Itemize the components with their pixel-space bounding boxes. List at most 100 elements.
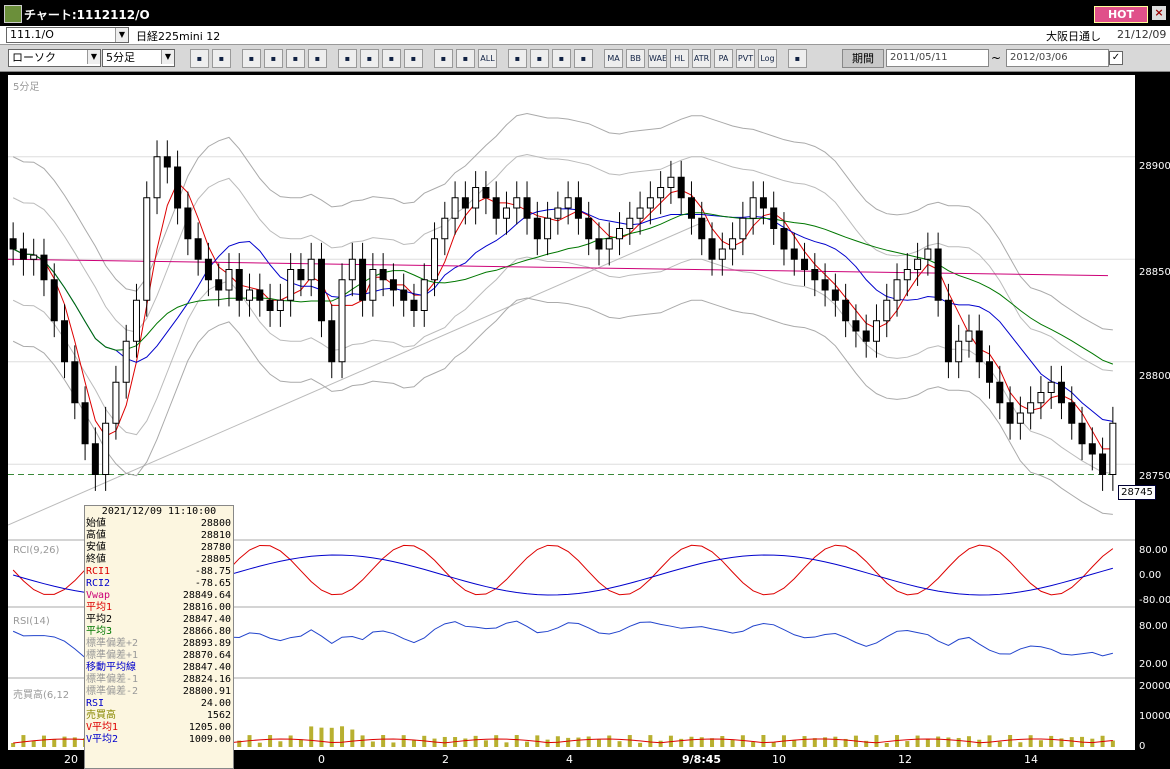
data-window-row: 移動平均線 28847.40 bbox=[85, 662, 233, 674]
bars-icon[interactable]: ▪ bbox=[308, 49, 327, 68]
symbol-select[interactable]: 111.1/O ▼ bbox=[6, 27, 129, 43]
timeframe-select[interactable]: 5分足 ▼ bbox=[102, 49, 175, 67]
crosshair-icon[interactable]: ▪ bbox=[212, 49, 231, 68]
wae-button[interactable]: WAE bbox=[648, 49, 667, 68]
date-checkbox[interactable]: ✓ bbox=[1109, 51, 1123, 65]
chevron-down-icon[interactable]: ▼ bbox=[115, 28, 128, 42]
volume-bar bbox=[648, 735, 653, 747]
volume-bar bbox=[52, 739, 57, 747]
log-button[interactable]: Log bbox=[758, 49, 777, 68]
atr-button[interactable]: ATR bbox=[692, 49, 711, 68]
volume-bar bbox=[432, 738, 437, 747]
volume-bar bbox=[936, 736, 941, 747]
data-window: 2021/12/09 11:10:00 始値 28800 高値 28810 安値 2878… bbox=[84, 505, 234, 769]
close-icon[interactable]: × bbox=[1152, 6, 1166, 20]
ma-button[interactable]: MA bbox=[604, 49, 623, 68]
data-window-row: 平均3 28866.80 bbox=[85, 626, 233, 638]
candle-body bbox=[379, 269, 387, 281]
price-tick: 28800 bbox=[1139, 371, 1170, 382]
volume-bar bbox=[360, 735, 365, 747]
volume-bar bbox=[257, 742, 262, 747]
hot-button[interactable]: HOT bbox=[1094, 6, 1148, 23]
candle-body bbox=[420, 279, 428, 311]
pa-button[interactable]: PA bbox=[714, 49, 733, 68]
candle-body bbox=[1027, 402, 1035, 414]
volume-tick: 20000 bbox=[1139, 681, 1170, 692]
pointer-icon[interactable]: ▪ bbox=[382, 49, 401, 68]
candle-body bbox=[307, 258, 315, 281]
data-window-key: RCI1 bbox=[86, 566, 111, 577]
candle-body bbox=[770, 207, 778, 229]
candle-body bbox=[256, 289, 264, 301]
undo-icon[interactable]: ▪ bbox=[404, 49, 423, 68]
period-button[interactable]: 期間 bbox=[842, 49, 884, 68]
grid-icon[interactable]: ▪ bbox=[242, 49, 261, 68]
trend-icon[interactable]: ▪ bbox=[338, 49, 357, 68]
search-icon[interactable]: ▪ bbox=[190, 49, 209, 68]
candle-body bbox=[616, 228, 624, 240]
volume-bar bbox=[627, 735, 632, 747]
data-window-row: V平均1 1205.00 bbox=[85, 722, 233, 734]
candle-body bbox=[19, 248, 27, 260]
timeframe-value: 5分足 bbox=[106, 51, 135, 64]
candle-body bbox=[215, 279, 223, 291]
zoom-icon[interactable]: ▪ bbox=[264, 49, 283, 68]
date-from-input[interactable]: 2011/05/11 bbox=[886, 49, 989, 67]
data-window-value: 28810 bbox=[200, 530, 231, 541]
candle-body bbox=[317, 258, 325, 322]
current-date: 21/12/09 bbox=[1117, 28, 1167, 41]
pen-icon[interactable]: ▪ bbox=[360, 49, 379, 68]
candle-body bbox=[225, 269, 233, 291]
candle-body bbox=[102, 422, 110, 475]
volume-bar bbox=[1049, 735, 1054, 747]
data-window-key: V平均2 bbox=[86, 734, 119, 745]
chevron-down-icon[interactable]: ▼ bbox=[87, 50, 100, 64]
data-window-key: 平均2 bbox=[86, 614, 113, 625]
color-icon[interactable]: ▪ bbox=[552, 49, 571, 68]
tool-icon[interactable]: ▪ bbox=[530, 49, 549, 68]
data-window-row: RCI2 -78.65 bbox=[85, 578, 233, 590]
volume-bar bbox=[710, 738, 715, 747]
candle-body bbox=[698, 217, 706, 240]
data-window-value: 28824.16 bbox=[182, 674, 231, 685]
left-border bbox=[0, 75, 8, 752]
ma-icon[interactable]: ▪ bbox=[574, 49, 593, 68]
chevron-down-icon[interactable]: ▼ bbox=[161, 50, 174, 64]
candle-body bbox=[400, 289, 408, 301]
issue-name: 日経225mini 12 bbox=[136, 30, 221, 43]
all-button[interactable]: ALL bbox=[478, 49, 497, 68]
data-window-row: 平均1 28816.00 bbox=[85, 602, 233, 614]
hl-button[interactable]: HL bbox=[670, 49, 689, 68]
settings-icon[interactable]: ▪ bbox=[508, 49, 527, 68]
bb-button[interactable]: BB bbox=[626, 49, 645, 68]
data-window-row: 標準偏差+2 28893.89 bbox=[85, 638, 233, 650]
candle-body bbox=[811, 269, 819, 281]
chart-type-select[interactable]: ローソク ▼ bbox=[8, 49, 101, 67]
date-to-input[interactable]: 2012/03/06 bbox=[1006, 49, 1109, 67]
rci-tick: -80.00 bbox=[1139, 595, 1170, 606]
data-window-row: RSI 24.00 bbox=[85, 698, 233, 710]
candle-body bbox=[441, 217, 449, 240]
export-icon[interactable]: ▪ bbox=[788, 49, 807, 68]
candle-body bbox=[872, 320, 880, 342]
volume-bar bbox=[925, 739, 930, 747]
volume-bar bbox=[391, 742, 396, 747]
volume-bar bbox=[319, 727, 324, 747]
candle-body bbox=[790, 248, 798, 260]
data-window-key: 移動平均線 bbox=[86, 662, 136, 673]
candle-body bbox=[143, 197, 151, 301]
candle-body bbox=[235, 269, 243, 301]
time-tick: 4 bbox=[566, 753, 573, 766]
window-title: チャート:1112112/O bbox=[24, 8, 150, 22]
candle-body bbox=[986, 361, 994, 383]
data-window-rows: 始値 28800 高値 28810 安値 28780 終値 28805 RCI1 -88.75 RC… bbox=[85, 518, 233, 746]
indicator-icon[interactable]: ▪ bbox=[286, 49, 305, 68]
candle-body bbox=[122, 340, 130, 383]
left-icon[interactable]: ▪ bbox=[456, 49, 475, 68]
trendline bbox=[7, 219, 709, 526]
volume-bar bbox=[494, 735, 499, 747]
pvt-button[interactable]: PVT bbox=[736, 49, 755, 68]
compare-icon[interactable]: ▪ bbox=[434, 49, 453, 68]
data-window-value: 1009.00 bbox=[188, 734, 231, 745]
volume-bar bbox=[977, 739, 982, 747]
